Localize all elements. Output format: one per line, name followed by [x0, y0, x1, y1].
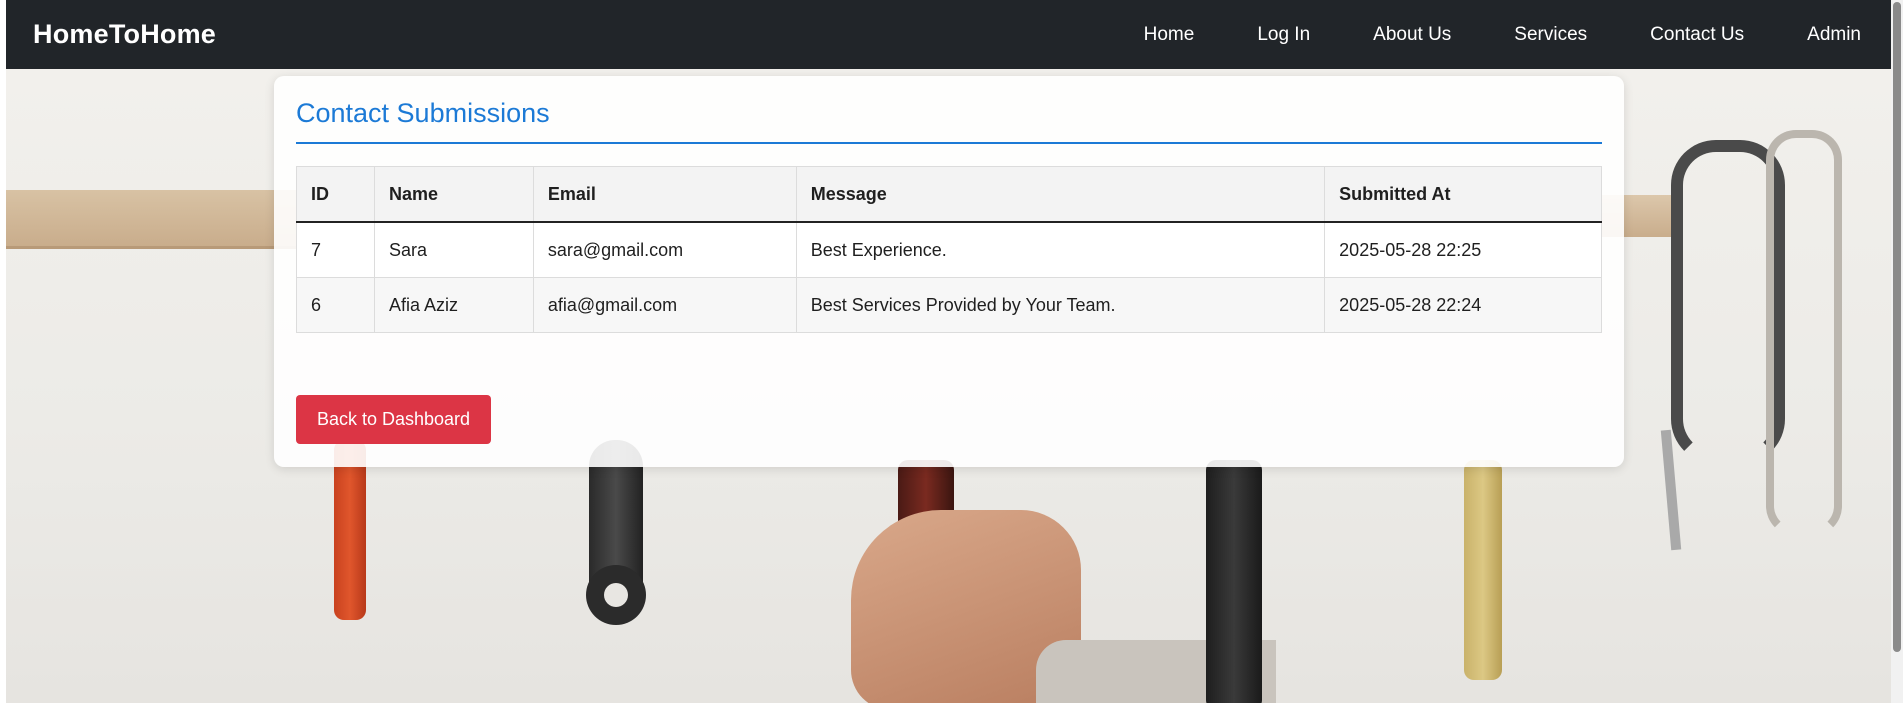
window-edge	[0, 0, 6, 703]
nav-link-login[interactable]: Log In	[1257, 24, 1310, 46]
cell-email: sara@gmail.com	[532, 221, 797, 278]
page-title: Contact Submissions	[296, 98, 550, 128]
cell-id: 7	[296, 221, 375, 278]
column-header-email: Email	[532, 166, 797, 223]
scissors-blade-decoration	[1660, 429, 1682, 551]
page: HomeToHome Home Log In About Us Services…	[0, 0, 1903, 703]
back-to-dashboard-button[interactable]: Back to Dashboard	[296, 395, 491, 444]
table-header-row: ID Name Email Message Submitted At	[296, 166, 1602, 223]
nav-link-contact-us[interactable]: Contact Us	[1650, 24, 1744, 46]
column-header-message: Message	[795, 166, 1326, 223]
contact-submissions-card: Contact Submissions ID Name Email Messag…	[274, 76, 1624, 467]
cell-name: Afia Aziz	[373, 277, 534, 333]
table-row: 6 Afia Aziz afia@gmail.com Best Services…	[296, 277, 1602, 333]
column-header-submitted-at: Submitted At	[1324, 166, 1602, 223]
tool-handle-decoration	[1464, 460, 1502, 680]
nav-link-home[interactable]: Home	[1144, 24, 1195, 46]
submissions-table: ID Name Email Message Submitted At 7 Sar…	[296, 166, 1602, 333]
brand-logo[interactable]: HomeToHome	[33, 19, 216, 50]
column-header-name: Name	[373, 166, 534, 223]
table-row: 7 Sara sara@gmail.com Best Experience. 2…	[296, 221, 1602, 278]
scrollbar-thumb[interactable]	[1893, 2, 1901, 652]
tool-ring-hole-decoration	[604, 583, 628, 607]
cell-id: 6	[296, 277, 375, 333]
shelf-decoration	[6, 190, 306, 249]
page-scrollbar[interactable]	[1891, 0, 1903, 703]
title-divider	[296, 142, 1602, 144]
cell-message: Best Experience.	[795, 221, 1326, 278]
tool-handle-decoration	[1206, 460, 1262, 703]
tool-handle-decoration	[334, 440, 366, 620]
nav-link-services[interactable]: Services	[1514, 24, 1587, 46]
cell-email: afia@gmail.com	[532, 277, 797, 333]
cell-submitted-at: 2025-05-28 22:25	[1324, 221, 1602, 278]
nav-link-about-us[interactable]: About Us	[1373, 24, 1451, 46]
cell-submitted-at: 2025-05-28 22:24	[1324, 277, 1602, 333]
cell-name: Sara	[373, 221, 534, 278]
top-navbar: HomeToHome Home Log In About Us Services…	[6, 0, 1891, 69]
scissors-decoration	[1766, 130, 1842, 536]
nav-links: Home Log In About Us Services Contact Us…	[1144, 24, 1861, 46]
cell-message: Best Services Provided by Your Team.	[795, 277, 1326, 333]
column-header-id: ID	[296, 166, 375, 223]
nav-link-admin[interactable]: Admin	[1807, 24, 1861, 46]
